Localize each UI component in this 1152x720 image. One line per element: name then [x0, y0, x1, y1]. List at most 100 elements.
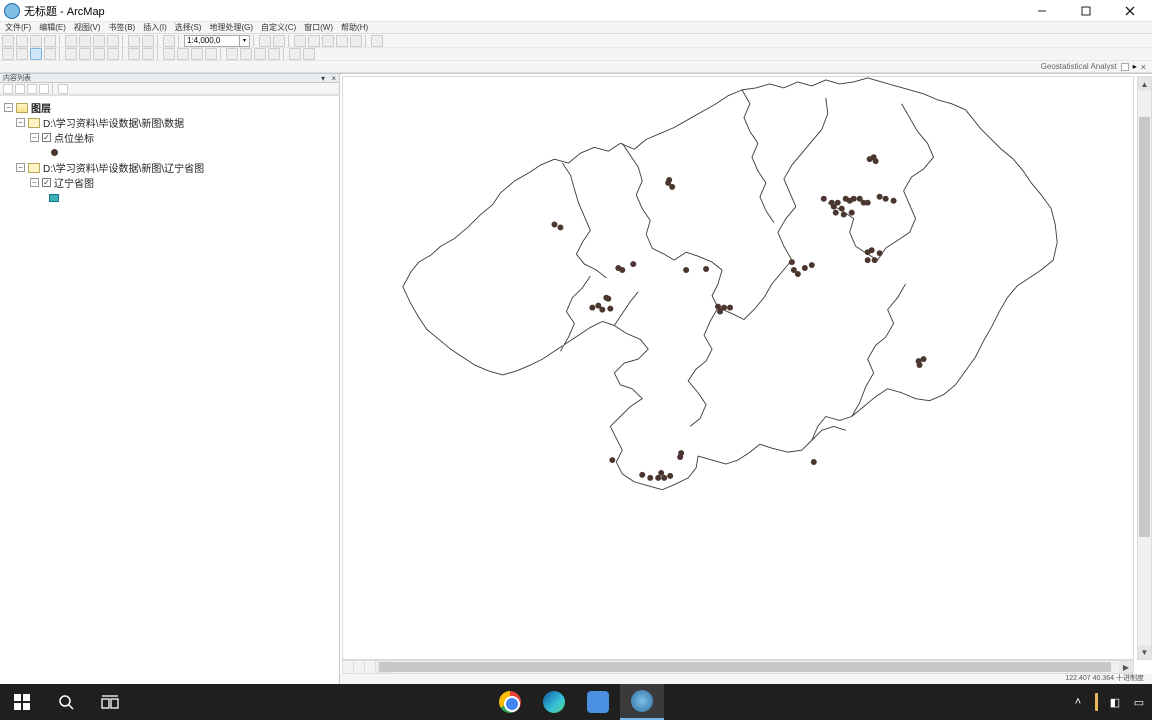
menu-edit[interactable]: 编辑(E) [36, 22, 69, 33]
task-view-button[interactable] [88, 684, 132, 720]
start-button[interactable] [0, 684, 44, 720]
expand-icon[interactable]: − [4, 103, 13, 112]
toc-layer1-row[interactable]: − ✓ 点位坐标 [4, 130, 339, 145]
create-viewer-btn[interactable] [303, 48, 315, 60]
geostat-dropdown[interactable] [1121, 63, 1129, 71]
findroute-btn[interactable] [254, 48, 266, 60]
zoom-out-btn[interactable] [16, 48, 28, 60]
search-button[interactable] [44, 684, 88, 720]
expand-icon[interactable]: − [30, 133, 39, 142]
arctoolbox-btn[interactable] [322, 35, 334, 47]
cut-btn[interactable] [65, 35, 77, 47]
hscroll-thumb[interactable] [379, 662, 1111, 672]
data-view-btn[interactable] [343, 661, 354, 673]
measure-btn[interactable] [226, 48, 238, 60]
scroll-up-icon[interactable]: ▲ [1138, 77, 1151, 91]
layer2-visibility-checkbox[interactable]: ✓ [42, 178, 51, 187]
toc-list-by-drawing-order[interactable] [3, 84, 13, 94]
layout-view-btn[interactable] [354, 661, 365, 673]
clear-selection-btn[interactable] [142, 48, 154, 60]
scroll-down-icon[interactable]: ▼ [1138, 645, 1151, 659]
modelbuilder-btn[interactable] [350, 35, 362, 47]
toc-group1-row[interactable]: − D:\学习资料\毕设数据\新图\数据 [4, 115, 339, 130]
paste-btn[interactable] [93, 35, 105, 47]
undo-btn[interactable] [128, 35, 140, 47]
menu-insert[interactable]: 插入(I) [140, 22, 170, 33]
scroll-right-icon[interactable]: ▶ [1119, 661, 1133, 673]
map-canvas[interactable] [342, 76, 1134, 660]
toc-options[interactable] [58, 84, 68, 94]
menu-windows[interactable]: 窗口(W) [301, 22, 336, 33]
toc-group2-row[interactable]: − D:\学习资料\毕设数据\新图\辽宁省图 [4, 160, 339, 175]
toc-list-by-source[interactable] [15, 84, 25, 94]
delete-btn[interactable] [107, 35, 119, 47]
close-button[interactable] [1108, 0, 1152, 22]
toc-list-by-visibility[interactable] [27, 84, 37, 94]
time-slider-btn[interactable] [289, 48, 301, 60]
new-btn[interactable] [2, 35, 14, 47]
taskbar-arcmap[interactable] [620, 684, 664, 720]
minimize-button[interactable] [1020, 0, 1064, 22]
select-features-btn[interactable] [128, 48, 140, 60]
geostat-close-icon[interactable]: × [1141, 62, 1146, 72]
print-btn[interactable] [44, 35, 56, 47]
menu-selection[interactable]: 选择(S) [172, 22, 205, 33]
goto-xy-btn[interactable] [268, 48, 280, 60]
hyperlink-btn[interactable] [191, 48, 203, 60]
fwd-extent-btn[interactable] [107, 48, 119, 60]
taskbar-edge[interactable] [532, 684, 576, 720]
back-extent-btn[interactable] [93, 48, 105, 60]
tray-mic-icon[interactable] [1095, 693, 1098, 711]
taskbar-chrome[interactable] [488, 684, 532, 720]
fixed-zoom-in-btn[interactable] [65, 48, 77, 60]
find-btn[interactable] [240, 48, 252, 60]
toc-layer2-symbol[interactable] [4, 190, 339, 205]
full-extent-btn[interactable] [44, 48, 56, 60]
expand-icon[interactable]: − [30, 178, 39, 187]
menu-geoprocessing[interactable]: 地理处理(G) [206, 22, 256, 33]
menu-bookmarks[interactable]: 书签(B) [106, 22, 139, 33]
ext-btn[interactable] [371, 35, 383, 47]
toc-pin-icon[interactable]: ▾ [321, 74, 325, 83]
tray-chevron-icon[interactable]: ˄ [1071, 695, 1085, 709]
toc-list-by-selection[interactable] [39, 84, 49, 94]
add-data-btn[interactable] [163, 35, 175, 47]
vscroll-thumb[interactable] [1139, 117, 1150, 537]
search-btn[interactable] [308, 35, 320, 47]
tray-network-icon[interactable]: ◧ [1108, 695, 1122, 709]
maximize-button[interactable] [1064, 0, 1108, 22]
toc-dataframe-row[interactable]: − 图层 [4, 100, 339, 115]
python-btn[interactable] [336, 35, 348, 47]
refresh-btn[interactable] [365, 661, 375, 673]
toc-close-icon[interactable]: × [331, 74, 336, 83]
menu-help[interactable]: 帮助(H) [338, 22, 371, 33]
zoom-in-btn[interactable] [2, 48, 14, 60]
fixed-zoom-out-btn[interactable] [79, 48, 91, 60]
map-vscrollbar[interactable]: ▲ ▼ [1137, 76, 1152, 660]
expand-icon[interactable]: − [16, 118, 25, 127]
menu-customize[interactable]: 自定义(C) [258, 22, 299, 33]
toc-titlebar[interactable]: 内容列表 ▾ × [0, 73, 340, 83]
open-btn[interactable] [16, 35, 28, 47]
catalog-btn[interactable] [294, 35, 306, 47]
editor-toolbar-btn[interactable] [259, 35, 271, 47]
identify-btn[interactable] [177, 48, 189, 60]
toc-layer2-row[interactable]: − ✓ 辽宁省图 [4, 175, 339, 190]
scale-combo[interactable]: 1:4,000,0 ▾ [184, 35, 250, 47]
menu-file[interactable]: 文件(F) [2, 22, 34, 33]
expand-icon[interactable]: − [16, 163, 25, 172]
scale-dropdown-icon[interactable]: ▾ [239, 36, 249, 46]
html-popup-btn[interactable] [205, 48, 217, 60]
map-hscrollbar[interactable]: ◀ ▶ [342, 660, 1134, 674]
pan-btn[interactable] [30, 48, 42, 60]
taskbar-app3[interactable] [576, 684, 620, 720]
select-elements-btn[interactable] [163, 48, 175, 60]
geostat-wiz-icon[interactable]: ▸ [1133, 62, 1137, 71]
layer1-visibility-checkbox[interactable]: ✓ [42, 133, 51, 142]
menu-view[interactable]: 视图(V) [71, 22, 104, 33]
redo-btn[interactable] [142, 35, 154, 47]
toc-layer1-symbol[interactable] [4, 145, 339, 160]
tray-notifications-icon[interactable]: ▭ [1132, 695, 1146, 709]
copy-btn[interactable] [79, 35, 91, 47]
save-btn[interactable] [30, 35, 42, 47]
